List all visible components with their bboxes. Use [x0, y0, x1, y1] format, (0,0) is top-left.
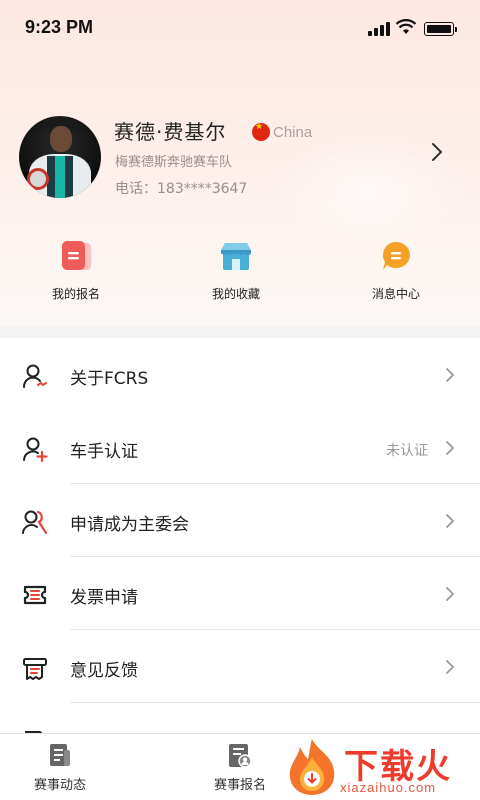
- battery-icon: [424, 22, 457, 36]
- chevron-right-icon: [446, 441, 455, 455]
- quick-action-messages[interactable]: 消息中心: [336, 240, 456, 306]
- invoice-icon: [23, 585, 47, 605]
- menu-item-driver-certification[interactable]: 车手认证 未认证: [0, 411, 480, 484]
- quick-action-favorites[interactable]: 我的收藏: [176, 240, 296, 306]
- settings-menu: 关于FCRS 车手认证 未认证 申请成为主委会 发票申请 意见反馈: [0, 338, 480, 738]
- menu-item-label: 发票申请: [70, 588, 138, 608]
- profile-name: 赛德·费基尔: [114, 120, 227, 144]
- certification-status: 未认证: [386, 443, 428, 459]
- quick-actions: 我的报名 我的收藏 消息中心: [0, 240, 480, 310]
- menu-item-label: 车手认证: [70, 442, 138, 462]
- store-favorites-icon: [220, 240, 252, 272]
- news-icon: [46, 742, 74, 770]
- committee-icon: [22, 510, 48, 535]
- chevron-right-icon: [446, 660, 455, 674]
- avatar[interactable]: [19, 116, 101, 198]
- flame-logo-icon: [289, 739, 335, 795]
- menu-item-label: 申请成为主委会: [70, 515, 189, 535]
- driver-certify-icon: [23, 437, 48, 462]
- wifi-icon: [396, 19, 416, 34]
- menu-item-feedback[interactable]: 意见反馈: [0, 630, 480, 703]
- about-user-icon: [22, 364, 47, 388]
- menu-item-committee[interactable]: 申请成为主委会: [0, 484, 480, 557]
- profile-phone: 电话：183****3647: [115, 181, 248, 197]
- quick-action-label: 我的收藏: [211, 287, 260, 301]
- profile-country: China: [273, 124, 313, 141]
- chevron-right-icon: [446, 514, 455, 528]
- china-flag-icon: [252, 122, 270, 141]
- quick-action-label: 消息中心: [371, 287, 420, 301]
- status-bar: 9:23 PM: [0, 0, 480, 56]
- quick-action-registration[interactable]: 我的报名: [16, 240, 136, 306]
- event-registration-icon: [226, 742, 254, 770]
- watermark-url: xiazaihuo.com: [340, 780, 437, 795]
- chevron-right-icon[interactable]: [428, 138, 448, 166]
- registration-icon: [60, 240, 92, 272]
- profile-card[interactable]: 赛德·费基尔 China 梅赛德斯奔驰赛车队 电话：183****3647: [0, 110, 480, 206]
- feedback-icon: [23, 658, 47, 680]
- cellular-signal-icon: [368, 22, 390, 36]
- chevron-right-icon: [446, 368, 455, 382]
- chevron-right-icon: [446, 587, 455, 601]
- tab-event-news[interactable]: 赛事动态: [0, 742, 120, 793]
- message-center-icon: [380, 240, 412, 272]
- tab-label: 赛事动态: [33, 778, 86, 793]
- status-time: 9:23 PM: [25, 17, 94, 37]
- menu-item-about[interactable]: 关于FCRS: [0, 338, 480, 411]
- menu-item-invoice[interactable]: 发票申请: [0, 557, 480, 630]
- profile-team: 梅赛德斯奔驰赛车队: [115, 155, 233, 170]
- watermark-logo: 下载火 xiazaihuo.com: [280, 733, 480, 800]
- menu-item-label: 意见反馈: [70, 661, 138, 681]
- quick-action-label: 我的报名: [51, 287, 100, 301]
- menu-item-label: 关于FCRS: [70, 369, 149, 389]
